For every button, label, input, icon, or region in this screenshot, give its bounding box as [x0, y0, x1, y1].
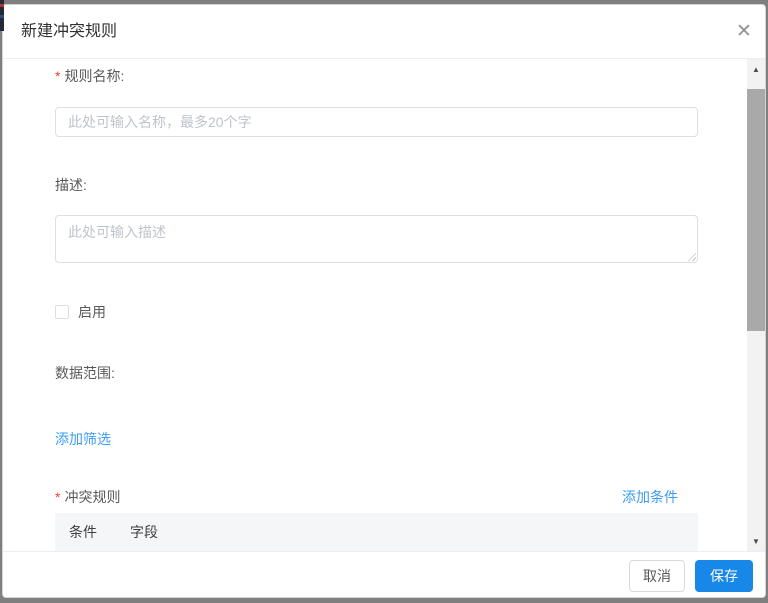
cancel-button[interactable]: 取消 — [629, 560, 685, 592]
description-label: 描述: — [55, 175, 87, 195]
dialog-body: *规则名称: 描述: 启用 数据范围: 添加筛选 *冲突规则 添加条件 条件 字… — [3, 59, 747, 551]
enable-checkbox[interactable] — [55, 305, 69, 319]
rule-name-label-text: 规则名称: — [64, 68, 124, 84]
data-scope-label: 数据范围: — [55, 363, 115, 383]
rule-name-input[interactable] — [55, 107, 698, 137]
required-asterisk: * — [55, 489, 60, 505]
scroll-up-arrow-icon[interactable]: ▲ — [747, 59, 765, 79]
enable-checkbox-label[interactable]: 启用 — [78, 302, 106, 322]
new-conflict-rule-dialog: 新建冲突规则 ✕ *规则名称: 描述: 启用 数据范围: 添加筛选 *冲突规则 … — [2, 4, 766, 598]
screenshot-frame: 新建冲突规则 ✕ *规则名称: 描述: 启用 数据范围: 添加筛选 *冲突规则 … — [0, 0, 768, 603]
conflict-rule-label: *冲突规则 — [55, 487, 120, 507]
condition-column-header: 条件 — [69, 522, 97, 542]
rule-name-label: *规则名称: — [55, 66, 124, 86]
dialog-footer: 取消 保存 — [3, 551, 765, 598]
description-textarea[interactable] — [55, 215, 698, 263]
field-column-header: 字段 — [130, 522, 158, 542]
enable-row: 启用 — [55, 302, 106, 322]
condition-table-header: 条件 字段 — [55, 513, 698, 551]
required-asterisk: * — [55, 68, 60, 84]
scroll-down-arrow-icon[interactable]: ▼ — [747, 531, 765, 551]
page-edge-artifact — [0, 0, 4, 31]
vertical-scrollbar[interactable]: ▲ ▼ — [747, 59, 765, 551]
dialog-header: 新建冲突规则 ✕ — [3, 5, 765, 58]
close-icon[interactable]: ✕ — [730, 17, 758, 45]
add-condition-link[interactable]: 添加条件 — [622, 487, 678, 507]
add-filter-link[interactable]: 添加筛选 — [55, 429, 111, 449]
save-button[interactable]: 保存 — [695, 560, 753, 592]
scrollbar-thumb[interactable] — [747, 89, 765, 331]
conflict-rule-label-text: 冲突规则 — [64, 489, 120, 505]
dialog-title: 新建冲突规则 — [21, 21, 117, 43]
